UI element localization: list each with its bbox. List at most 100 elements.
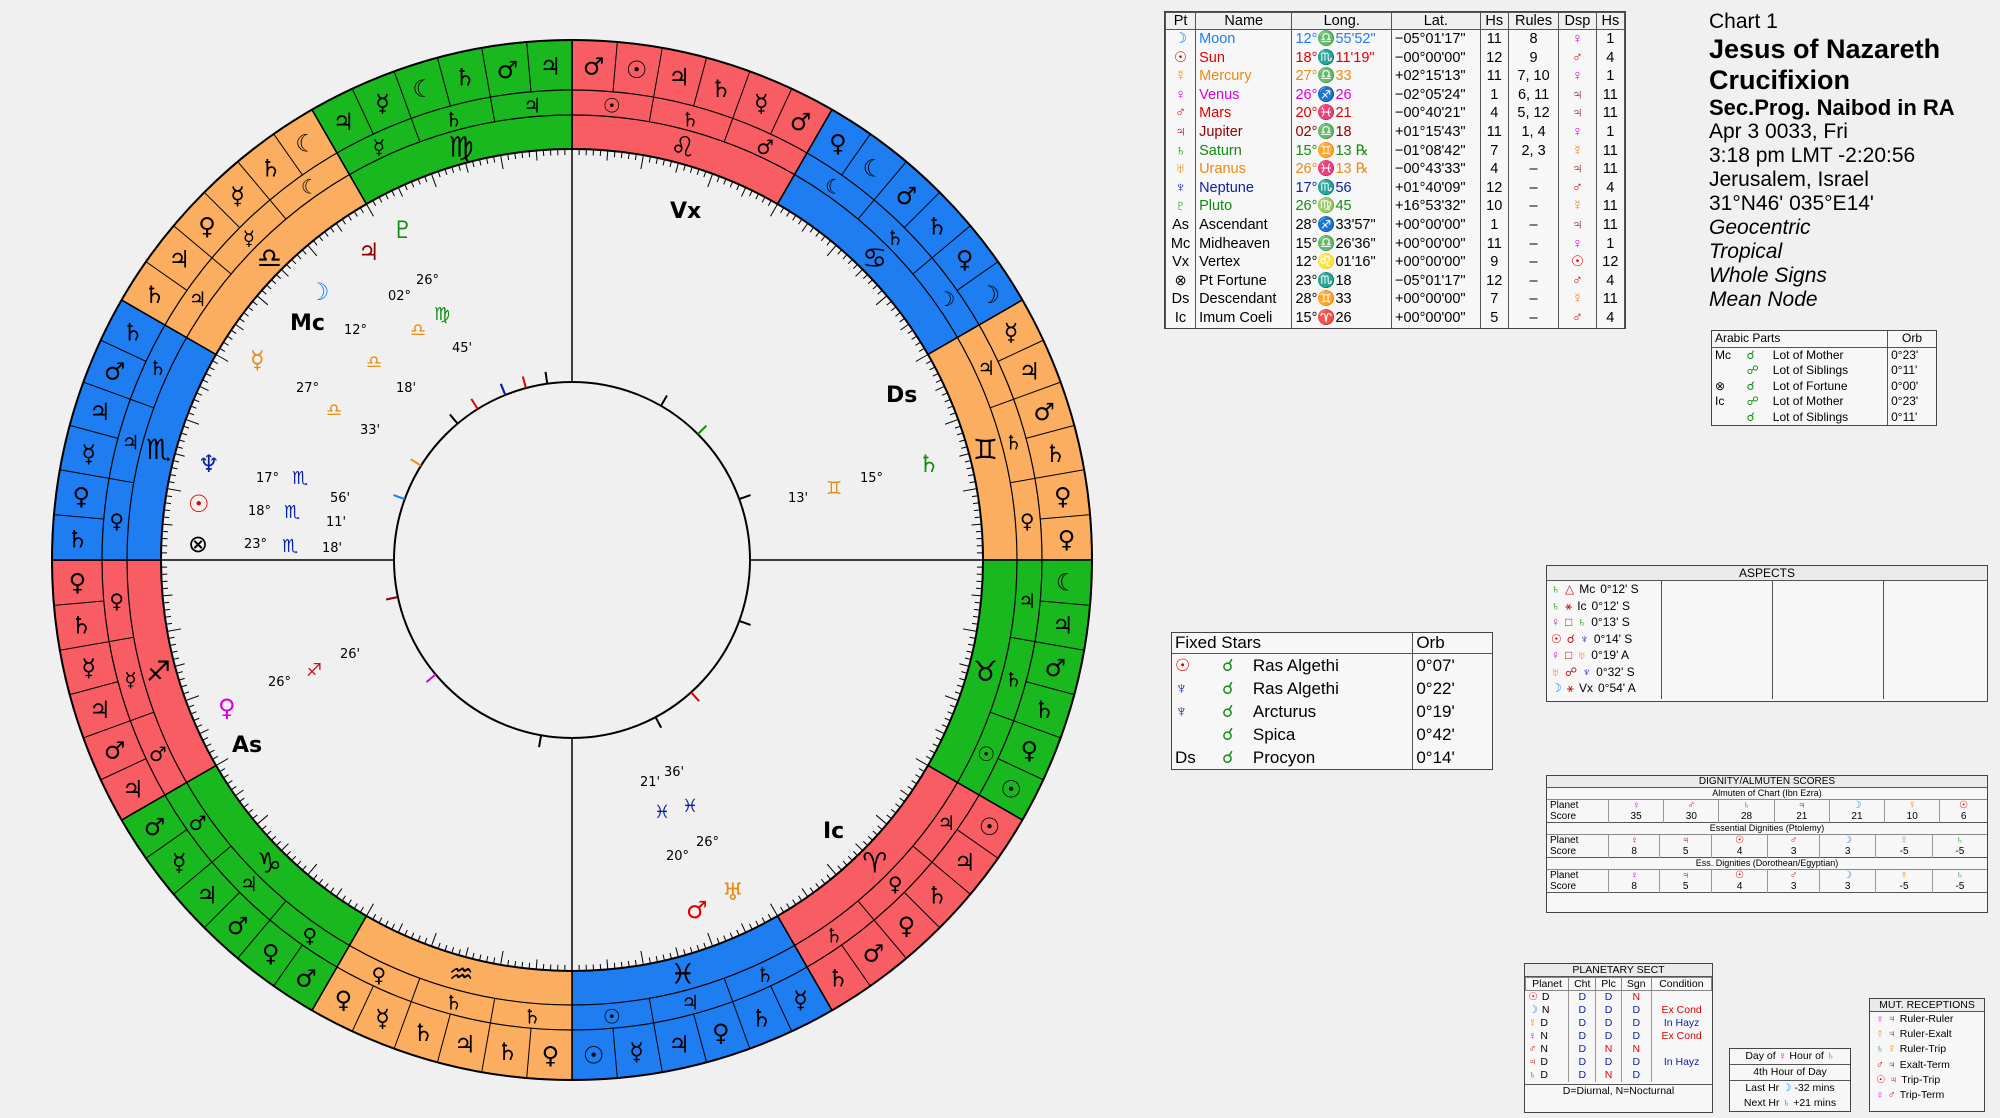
aspect-symbol: ⚹ <box>1565 598 1573 613</box>
term-glyph: ♄ <box>412 1019 434 1047</box>
planet-house-cell: 1 <box>1479 215 1509 235</box>
chart-title: Jesus of Nazareth <box>1709 34 1941 64</box>
planet-house-cell: 12 <box>1479 48 1509 68</box>
term-glyph: ♂ <box>104 736 126 764</box>
dispositor-house-cell: 11 <box>1595 85 1626 105</box>
term-glyph: ☉ <box>1000 776 1022 804</box>
hour-last: Last Hr ☽ -32 mins <box>1730 1081 1850 1096</box>
term-glyph: ♃ <box>540 52 562 80</box>
planet-longitude-cell: 12°♎55'52" <box>1291 29 1393 49</box>
degree-tick <box>528 151 531 158</box>
term-glyph: ♀ <box>542 1042 560 1070</box>
planet-row: Ds Descendant 28°♊33 +00°00'00" 7– ☿ 11 <box>1164 290 1626 309</box>
sect-planet: ♀ N <box>1526 1030 1569 1043</box>
arabic-part-point: Mc <box>1715 347 1731 362</box>
dignity-score: 3 <box>1767 846 1820 858</box>
planet-table-header-cell: Hs <box>1479 12 1509 30</box>
arabic-part-point <box>1712 363 1744 379</box>
chart-setting-3: Whole Signs <box>1709 264 1827 287</box>
dignity-score: 8 <box>1607 881 1660 893</box>
arabic-parts-body: Mc ☌ Lot of Mother 0°23' ☍ Lot of Siblings 0°1… <box>1712 347 1936 425</box>
planet-dispositor-cell: ♀ <box>1558 122 1597 142</box>
arabic-part-aspect: ☌ <box>1746 347 1755 362</box>
dignity-row-label: Score <box>1550 881 1577 892</box>
arabic-parts-title: Arabic Parts <box>1712 331 1888 348</box>
dignity-planets-row: Planet ♀ ♃ ☉ ♂ ☽ ☿ ♄ <box>1547 870 1987 881</box>
aspect-planet-2: Ic <box>1577 598 1587 613</box>
dignity-score: -5 <box>1875 846 1933 858</box>
reception-row: ☿ ♃ Ruler-Exalt <box>1876 1027 1984 1042</box>
planet-rules-cell: 8 <box>1507 29 1560 49</box>
reception-row: ♂ ♃ Exalt-Term <box>1876 1058 1984 1073</box>
term-glyph: ♂ <box>295 964 317 992</box>
planet-longitude-cell: 28°♐33'57" <box>1291 215 1393 235</box>
sect-plc: N <box>1595 1069 1622 1082</box>
term-glyph: ♃ <box>954 848 976 876</box>
planet-longitude-cell: 15°♈26 <box>1291 308 1393 328</box>
sect-planet-sect: N <box>1540 1030 1548 1042</box>
sect-cond <box>1650 990 1712 1004</box>
decan-glyph: ♃ <box>681 990 699 1014</box>
arabic-part-aspect: ☍ <box>1746 363 1759 377</box>
mercury-sign: ♎ <box>326 400 342 421</box>
hour-next: Next Hr ♄ +21 mins <box>1730 1096 1850 1111</box>
hour-of-day: 4th Hour of Day <box>1730 1065 1850 1081</box>
planet-dispositor-cell: ♃ <box>1558 104 1597 123</box>
reception-type: Ruler-Ruler <box>1899 1013 1954 1025</box>
dignity-section-table: Planet ♀ ♃ ☉ ♂ ☽ ☿ ♄ Score 8 5 4 3 3 -5 -5 <box>1547 870 1987 893</box>
term-glyph: ♄ <box>1033 696 1055 724</box>
aspect-row: ♄ ⚹ Ic 0°12' S <box>1551 598 1661 615</box>
hour-last-mins: -32 mins <box>1794 1082 1835 1094</box>
aspect-planet-1: ♅ <box>1551 664 1560 679</box>
planet-row: ♃ Jupiter 02°♎18 +01°15'43" 11 1, 4 ♀ 1 <box>1164 122 1626 142</box>
planet-longitude-cell: 27°♎33 <box>1291 67 1393 86</box>
sign-glyph: ♒ <box>449 957 474 990</box>
sect-cond: Ex Cond <box>1650 1030 1712 1043</box>
fixed-star-orb: 0°14' <box>1412 746 1492 769</box>
reception-type: Ruler-Exalt <box>1899 1028 1952 1041</box>
dignity-score: 3 <box>1767 881 1820 893</box>
aspect-circle <box>393 381 751 739</box>
ds-label: Ds <box>886 383 917 408</box>
planet-dispositor-cell: ♃ <box>1558 85 1597 105</box>
dispositor-house-cell: 4 <box>1595 271 1626 291</box>
planet-row: ♀ Venus 26°♐26 −02°05'24" 1 6, 11 ♃ 11 <box>1164 85 1626 105</box>
arabic-part-point: ⊗ <box>1715 378 1726 393</box>
pluto-deg: 26° <box>416 273 439 288</box>
dignity-score: 21 <box>1828 811 1885 823</box>
dignity-score: 30 <box>1663 811 1719 823</box>
aspect-planet-2: ♅ <box>1577 648 1587 662</box>
planet-row: ♂ Mars 20°♓21 −00°40'21" 4 5, 12 ♃ 11 <box>1164 104 1626 123</box>
mc-label: Mc <box>290 311 325 336</box>
planet-glyph-cell: As <box>1164 215 1197 235</box>
dignity-body: Almuten of Chart (Ibn Ezra) Planet ♀ ♂ ♄ ♃ ☽ ☿ ☉… <box>1547 788 1987 893</box>
dispositor-house-cell: 11 <box>1595 197 1626 216</box>
term-glyph: ♂ <box>583 52 605 80</box>
receptions-body: ♀ ♃ Ruler-Ruler ☿ ♃ Ruler-Exalt ♄ ☿ Ruler-Trip ♂ ♃… <box>1870 1012 1984 1103</box>
fixed-star-orb: 0°19' <box>1412 700 1492 723</box>
aspect-planet-2: Vx <box>1578 681 1593 695</box>
hour-day-planet: ♀ <box>1778 1050 1787 1062</box>
aspects-column-2 <box>1662 581 1773 699</box>
planet-row: ♅ Uranus 26°♓13 ℞ −00°43'33" 4– ♃ 11 <box>1164 160 1626 179</box>
planet-latitude-cell: +00°00'00" <box>1391 234 1481 254</box>
term-glyph: ♄ <box>70 612 92 640</box>
term-glyph: ☿ <box>230 182 245 210</box>
sun-min: 11' <box>326 515 346 530</box>
planet-latitude-cell: +01°40'09" <box>1391 178 1481 198</box>
planet-house-cell: 9 <box>1479 253 1509 272</box>
reception-planet-2: ☿ <box>1887 1043 1896 1056</box>
aspect-planet-2: Mc <box>1579 582 1596 596</box>
planet-house-cell: 12 <box>1479 178 1509 198</box>
dignity-planet: ♄ <box>1931 870 1987 881</box>
aspect-orb: 0°12' S <box>1600 582 1639 596</box>
decan-glyph: ☾ <box>825 175 843 199</box>
fixed-star-planet: Ds <box>1175 748 1196 767</box>
term-glyph: ♀ <box>262 940 280 968</box>
term-glyph: ☿ <box>754 90 769 118</box>
planet-name-cell: Mercury <box>1195 67 1293 86</box>
sect-title: PLANETARY SECT <box>1525 964 1712 977</box>
fixed-stars-title: Fixed Stars <box>1172 633 1413 654</box>
arabic-part-row: ☌ Lot of Siblings 0°11' <box>1712 409 1936 425</box>
planet-longitude-cell: 26°♐26 <box>1291 85 1393 105</box>
